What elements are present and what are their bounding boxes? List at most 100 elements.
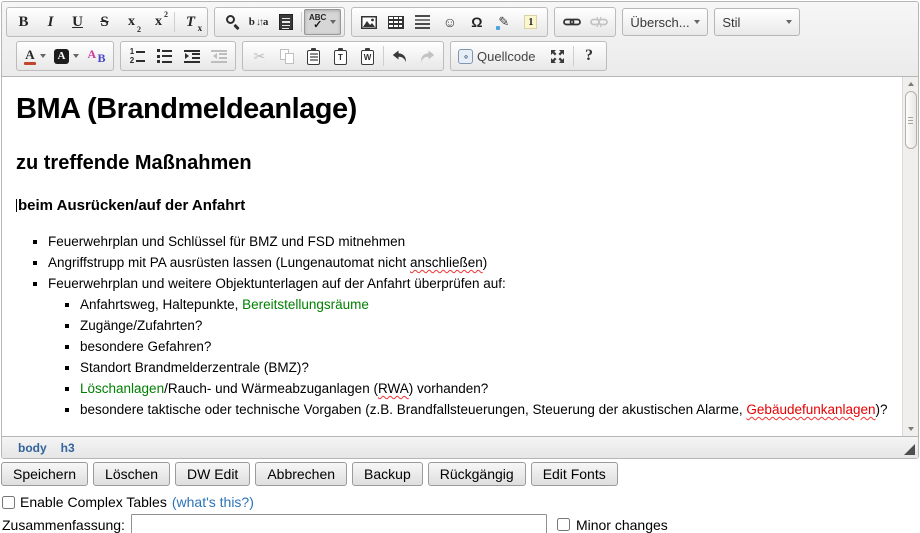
insert-image-button[interactable]	[355, 9, 382, 35]
numbered-list-button[interactable]: 1 2	[124, 43, 151, 69]
spellcheck-button[interactable]: ABC✓	[304, 9, 341, 35]
remove-format-icon: Tx	[186, 14, 195, 31]
list-item: Angriffstrupp mit PA ausrüsten lassen (L…	[48, 252, 888, 273]
strikethrough-icon: S	[100, 14, 108, 31]
list-item: Löschanlagen/Rauch- und Wärmeabzuganlage…	[80, 378, 888, 399]
source-code-icon: ‹›	[458, 49, 473, 64]
signature-button[interactable]: ✎	[490, 9, 517, 35]
toolbar: B I U S x2 x2 Tx b↓↑a ABC✓	[2, 2, 918, 76]
strikethrough-button[interactable]: S	[91, 9, 118, 35]
bulleted-list-button[interactable]	[151, 43, 178, 69]
status-bar: body h3	[2, 436, 918, 458]
smiley-button[interactable]: ☺	[436, 9, 463, 35]
chevron-down-icon	[40, 54, 46, 58]
bold-icon: B	[18, 14, 28, 31]
paste-text-button[interactable]: T	[327, 43, 354, 69]
text-cursor	[16, 199, 17, 212]
spellcheck-icon: ABC✓	[309, 14, 326, 31]
complex-tables-label: Enable Complex Tables	[20, 494, 167, 510]
special-char-button[interactable]: Ω	[463, 9, 490, 35]
minor-changes-label: Minor changes	[576, 517, 668, 533]
superscript-button[interactable]: x2	[145, 9, 172, 35]
redo-button[interactable]	[413, 43, 440, 69]
link-button[interactable]	[558, 9, 585, 35]
misspelled-word: anschließen	[410, 255, 483, 270]
superscript-icon: x2	[155, 14, 162, 30]
replace-button[interactable]: b↓↑a	[245, 9, 272, 35]
horizontal-rule-icon	[415, 15, 430, 28]
help-button[interactable]: ?	[576, 43, 603, 69]
undo-icon	[392, 50, 408, 63]
vertical-scrollbar[interactable]	[902, 77, 918, 436]
complex-tables-checkbox[interactable]	[2, 496, 15, 509]
whats-this-link[interactable]: (what's this?)	[172, 494, 254, 510]
paste-word-icon: W	[361, 50, 374, 65]
change-case-button[interactable]: AB	[83, 43, 110, 69]
scroll-down-button[interactable]	[903, 422, 918, 436]
scrollbar-thumb[interactable]	[905, 91, 917, 149]
rich-text-editor: B I U S x2 x2 Tx b↓↑a ABC✓	[1, 1, 919, 459]
green-text: Bereitstellungsräume	[242, 297, 369, 312]
save-button[interactable]: Speichern	[1, 462, 88, 486]
group-colors: A A AB	[16, 41, 114, 71]
copy-button[interactable]	[273, 43, 300, 69]
footnote-button[interactable]: 1	[517, 9, 544, 35]
bold-button[interactable]: B	[10, 9, 37, 35]
delete-button[interactable]: Löschen	[93, 462, 170, 486]
style-dropdown[interactable]: Stil	[714, 8, 800, 36]
indent-button[interactable]	[178, 43, 205, 69]
paste-button[interactable]	[300, 43, 327, 69]
image-icon	[361, 16, 377, 29]
background-color-button[interactable]: A	[50, 43, 83, 69]
list-item: Standort Brandmelderzentrale (BMZ)?	[80, 357, 888, 378]
copy-icon	[280, 49, 294, 64]
arrow-down-icon	[908, 427, 914, 431]
list-item: Feuerwehrplan und Schlüssel für BMZ und …	[48, 231, 888, 252]
edit-fonts-button[interactable]: Edit Fonts	[531, 462, 618, 486]
backup-button[interactable]: Backup	[352, 462, 423, 486]
horizontal-rule-button[interactable]	[409, 9, 436, 35]
redo-icon	[419, 50, 435, 63]
unlink-button[interactable]	[585, 9, 612, 35]
paste-icon	[307, 50, 320, 65]
cancel-button[interactable]: Abbrechen	[255, 462, 347, 486]
document[interactable]: BMA (Brandmeldeanlage) zu treffende Maßn…	[2, 93, 918, 420]
background-color-icon: A	[54, 49, 69, 64]
green-text: Löschanlagen	[80, 381, 164, 396]
numbered-list-icon: 1 2	[130, 49, 145, 64]
summary-input[interactable]	[131, 514, 547, 533]
find-button[interactable]	[218, 9, 245, 35]
resize-grip-icon[interactable]	[904, 444, 915, 455]
scroll-up-button[interactable]	[903, 77, 918, 91]
paste-word-button[interactable]: W	[354, 43, 381, 69]
element-path-h3[interactable]: h3	[61, 441, 75, 455]
element-path-body[interactable]: body	[18, 441, 47, 455]
source-button[interactable]: ‹› Quellcode	[454, 43, 544, 69]
chevron-down-icon	[73, 54, 79, 58]
minor-changes-checkbox[interactable]	[557, 518, 570, 531]
doc-nested-list: Anfahrtsweg, Haltepunkte, Bereitstellung…	[48, 294, 888, 420]
outdent-button[interactable]	[205, 43, 232, 69]
select-all-button[interactable]	[272, 9, 299, 35]
cut-button[interactable]: ✂	[246, 43, 273, 69]
remove-format-button[interactable]: Tx	[177, 9, 204, 35]
summary-label: Zusammenfassung:	[2, 517, 125, 533]
underline-button[interactable]: U	[64, 9, 91, 35]
revert-button[interactable]: Rückgängig	[428, 462, 526, 486]
chevron-down-icon	[694, 20, 700, 24]
editor-content-area[interactable]: BMA (Brandmeldeanlage) zu treffende Maßn…	[2, 76, 918, 436]
text-color-icon: A	[24, 48, 36, 65]
dw-edit-button[interactable]: DW Edit	[175, 462, 250, 486]
summary-row: Zusammenfassung: Minor changes	[2, 514, 920, 533]
maximize-button[interactable]	[544, 43, 571, 69]
complex-tables-row: Enable Complex Tables (what's this?)	[2, 494, 920, 510]
unlink-icon	[590, 16, 608, 28]
text-color-button[interactable]: A	[20, 43, 50, 69]
change-case-icon: AB	[88, 48, 106, 65]
subscript-button[interactable]: x2	[118, 9, 145, 35]
insert-table-button[interactable]	[382, 9, 409, 35]
doc-heading-3: beim Ausrücken/auf der Anfahrt	[16, 197, 888, 214]
format-dropdown[interactable]: Übersch...	[622, 8, 708, 36]
undo-button[interactable]	[386, 43, 413, 69]
italic-button[interactable]: I	[37, 9, 64, 35]
